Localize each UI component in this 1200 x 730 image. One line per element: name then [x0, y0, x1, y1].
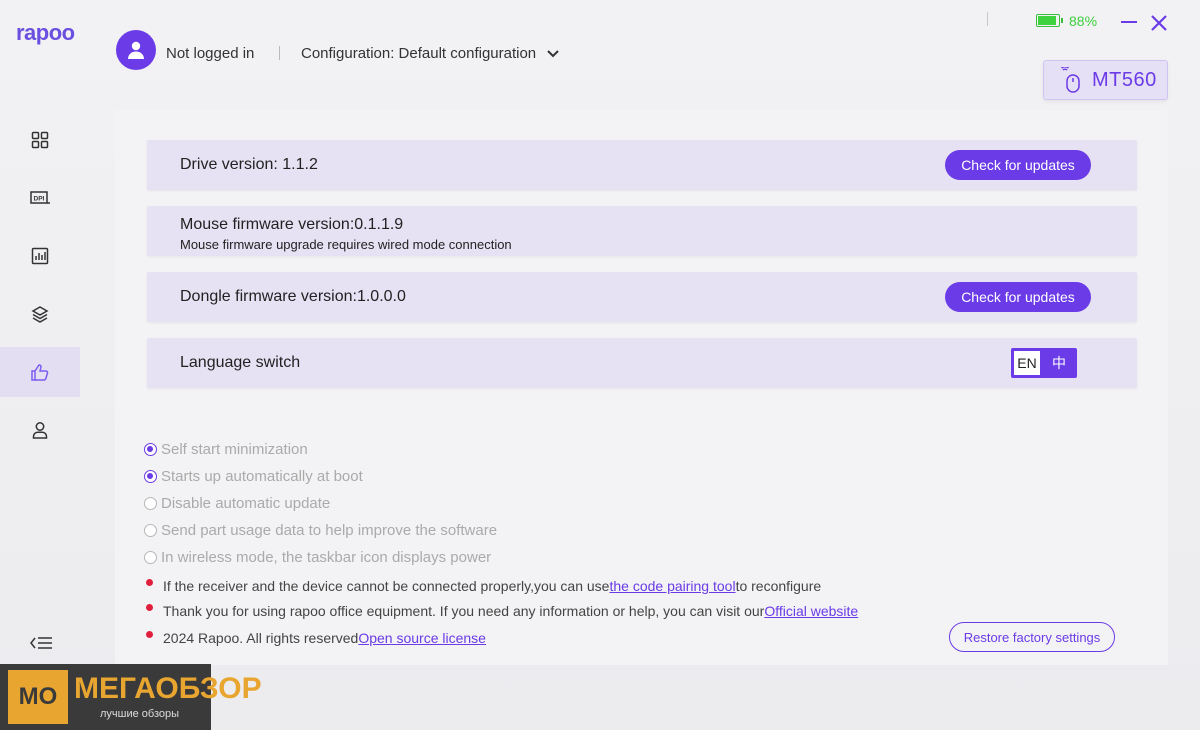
- drive-version-label: Drive version: 1.1.2: [180, 156, 318, 173]
- rapoo-logo: rapoo: [16, 20, 75, 45]
- check-drive-updates-button[interactable]: Check for updates: [945, 150, 1091, 180]
- titlebar-divider: [987, 12, 988, 26]
- mouse-firmware-row: Mouse firmware version:0.1.1.9 Mouse fir…: [147, 206, 1137, 256]
- grid-icon: [31, 131, 49, 149]
- app-window: rapoo Not logged in Configuration: Defau…: [0, 0, 1200, 730]
- device-selector[interactable]: MT560: [1043, 60, 1168, 100]
- close-icon: [1151, 15, 1167, 31]
- sidebar-item-macros[interactable]: [0, 289, 80, 339]
- open-source-license-link[interactable]: Open source license: [358, 630, 486, 646]
- user-avatar-icon: [128, 41, 144, 59]
- sidebar-item-settings[interactable]: [0, 347, 80, 397]
- option-taskbar-power-icon[interactable]: In wireless mode, the taskbar icon displ…: [144, 549, 491, 566]
- sidebar-item-stats[interactable]: [0, 231, 80, 281]
- option-self-start-minimization[interactable]: Self start minimization: [144, 441, 308, 458]
- dpi-icon: DPI: [30, 191, 50, 204]
- pairing-note-suffix: to reconfigure: [735, 578, 822, 594]
- code-pairing-tool-link[interactable]: the code pairing tool: [609, 578, 735, 594]
- copyright-text: 2024 Rapoo. All rights reserved: [163, 630, 359, 646]
- radio-checked[interactable]: [144, 443, 157, 456]
- dongle-firmware-label: Dongle firmware version:1.0.0.0: [180, 288, 406, 305]
- collapse-sidebar-button[interactable]: [28, 632, 54, 659]
- drive-version-row: Drive version: 1.1.2 Check for updates: [147, 140, 1137, 190]
- language-zh-option[interactable]: 中: [1046, 351, 1072, 375]
- check-dongle-updates-button[interactable]: Check for updates: [945, 282, 1091, 312]
- radio-unchecked[interactable]: [144, 497, 157, 510]
- watermark: MO МЕГАОБЗОР лучшие обзоры: [0, 664, 262, 730]
- option-label: Starts up automatically at boot: [161, 468, 363, 485]
- restore-factory-settings-button[interactable]: Restore factory settings: [949, 622, 1115, 652]
- bullet-dot: [146, 630, 153, 638]
- sidebar-item-account[interactable]: [0, 405, 80, 455]
- language-toggle: EN 中: [1011, 348, 1077, 378]
- watermark-logo: MO: [8, 670, 68, 724]
- official-website-link[interactable]: Official website: [764, 603, 858, 619]
- option-start-at-boot[interactable]: Starts up automatically at boot: [144, 468, 363, 485]
- pairing-note-text: If the receiver and the device cannot be…: [163, 578, 610, 594]
- login-status[interactable]: Not logged in: [166, 45, 254, 62]
- minimize-button[interactable]: [1119, 12, 1139, 32]
- layers-icon: [31, 306, 49, 323]
- collapse-menu-icon: [30, 637, 52, 649]
- option-disable-auto-update[interactable]: Disable automatic update: [144, 495, 330, 512]
- watermark-subtitle: лучшие обзоры: [100, 708, 180, 720]
- pairing-note: If the receiver and the device cannot be…: [146, 578, 821, 594]
- wireless-mouse-icon: [1061, 67, 1080, 93]
- bullet-dot: [146, 603, 153, 611]
- radio-checked[interactable]: [144, 470, 157, 483]
- battery-icon: [1036, 14, 1063, 27]
- battery-percent: 88%: [1069, 13, 1098, 29]
- mouse-firmware-note: Mouse firmware upgrade requires wired mo…: [180, 237, 512, 252]
- bullet-dot: [146, 578, 153, 586]
- configuration-dropdown[interactable]: Configuration: Default configuration: [301, 45, 560, 62]
- mouse-firmware-label: Mouse firmware version:0.1.1.9: [180, 216, 404, 233]
- radio-unchecked[interactable]: [144, 551, 157, 564]
- dongle-firmware-row: Dongle firmware version:1.0.0.0 Check fo…: [147, 272, 1137, 322]
- option-label: Disable automatic update: [161, 495, 331, 512]
- copyright-note: 2024 Rapoo. All rights reserved Open sour…: [146, 630, 486, 646]
- chevron-down-icon: [547, 49, 559, 57]
- close-button[interactable]: [1148, 12, 1170, 34]
- option-send-usage-data[interactable]: Send part usage data to help improve the…: [144, 522, 497, 539]
- language-row: Language switch EN 中: [147, 338, 1137, 388]
- option-label: Send part usage data to help improve the…: [161, 522, 498, 539]
- header-divider: [279, 46, 280, 60]
- option-label: In wireless mode, the taskbar icon displ…: [161, 549, 492, 566]
- thumbs-up-icon: [31, 364, 49, 381]
- help-note: Thank you for using rapoo office equipme…: [146, 603, 858, 619]
- radio-unchecked[interactable]: [144, 524, 157, 537]
- language-switch-label: Language switch: [180, 354, 301, 371]
- device-name: MT560: [1092, 68, 1157, 91]
- configuration-label: Configuration: Default configuration: [301, 45, 537, 62]
- chart-icon: [31, 247, 49, 265]
- watermark-brand: МЕГАОБЗОР: [74, 672, 262, 705]
- help-note-text: Thank you for using rapoo office equipme…: [163, 603, 765, 619]
- svg-text:DPI: DPI: [34, 196, 45, 203]
- sidebar-item-dpi[interactable]: DPI: [0, 173, 80, 223]
- language-en-option[interactable]: EN: [1014, 351, 1040, 375]
- option-label: Self start minimization: [161, 441, 308, 458]
- sidebar-item-overview[interactable]: [0, 115, 80, 165]
- avatar[interactable]: [116, 30, 156, 70]
- user-icon: [32, 422, 48, 439]
